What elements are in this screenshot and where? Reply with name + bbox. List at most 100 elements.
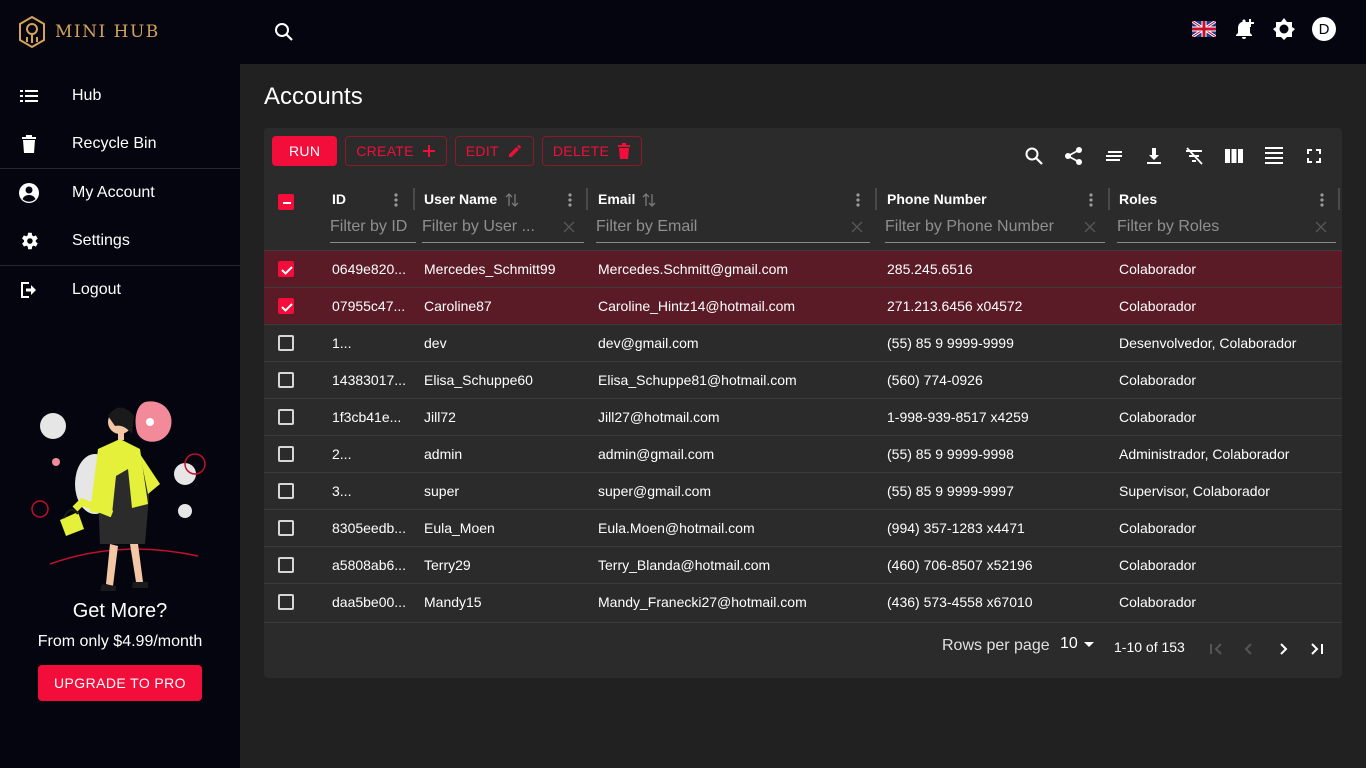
density-icon[interactable] <box>1102 144 1126 168</box>
row-checkbox[interactable] <box>278 298 294 314</box>
filter-off-icon[interactable] <box>1182 144 1206 168</box>
table-row[interactable]: 1f3cb41e... Jill72 Jill27@hotmail.com 1-998… <box>264 398 1342 435</box>
first-page-icon[interactable] <box>1204 637 1228 661</box>
row-checkbox[interactable] <box>278 372 294 388</box>
column-resize-handle[interactable] <box>1338 188 1340 210</box>
sort-icon[interactable] <box>505 193 519 207</box>
cell-id: 14383017... <box>332 372 406 388</box>
column-resize-handle[interactable] <box>413 188 415 210</box>
rows-per-page-select[interactable]: 10 <box>1060 635 1096 653</box>
filter-user-name-input[interactable]: Filter by User ... <box>422 216 584 243</box>
fullscreen-icon[interactable] <box>1302 144 1326 168</box>
column-menu-icon[interactable] <box>562 192 578 208</box>
table-row[interactable]: 07955c47... Caroline87 Caroline_Hintz14@ho… <box>264 287 1342 324</box>
cell-id: 3... <box>332 483 352 499</box>
accounts-table-card: RUN CREATE EDIT DELETE ID Filter by ID U… <box>264 128 1342 678</box>
cell-id: 8305eedb... <box>332 520 406 536</box>
sidebar-item-hub[interactable]: Hub <box>0 72 240 120</box>
cell-email: Elisa_Schuppe81@hotmail.com <box>598 372 797 388</box>
row-checkbox[interactable] <box>278 409 294 425</box>
clear-filter-icon[interactable] <box>850 220 864 234</box>
column-title[interactable]: Phone Number <box>887 191 987 207</box>
rows-icon[interactable] <box>1262 144 1286 168</box>
column-menu-icon[interactable] <box>388 192 404 208</box>
column-menu-icon[interactable] <box>850 192 866 208</box>
cell-phone: (994) 357-1283 x4471 <box>887 520 1025 536</box>
cell-roles: Colaborador <box>1119 557 1197 573</box>
column-menu-icon[interactable] <box>1314 192 1330 208</box>
column-title[interactable]: ID <box>332 191 346 207</box>
cell-roles: Supervisor, Colaborador <box>1119 483 1270 499</box>
filter-roles-input[interactable]: Filter by Roles <box>1117 216 1336 243</box>
notification-add-icon[interactable] <box>1232 17 1256 41</box>
table-row[interactable]: daa5be00... Mandy15 Mandy_Franecki27@hotma… <box>264 583 1342 620</box>
last-page-icon[interactable] <box>1305 637 1329 661</box>
row-checkbox[interactable] <box>278 557 294 573</box>
table-row[interactable]: 0649e820... Mercedes_Schmitt99 Mercedes.Sc… <box>264 250 1342 287</box>
filter-phone-number-input[interactable]: Filter by Phone Number <box>885 216 1105 243</box>
sidebar-item-logout[interactable]: Logout <box>0 266 240 314</box>
brand[interactable]: MINI HUB <box>17 15 160 49</box>
row-checkbox[interactable] <box>278 335 294 351</box>
promo-title: Get More? <box>72 600 168 622</box>
uk-flag-icon[interactable] <box>1192 21 1216 37</box>
row-checkbox[interactable] <box>278 261 294 277</box>
next-page-icon[interactable] <box>1271 637 1295 661</box>
clear-filter-icon[interactable] <box>1314 220 1328 234</box>
trash-icon <box>18 133 40 155</box>
filter-email-input[interactable]: Filter by Email <box>596 216 870 243</box>
clear-filter-icon[interactable] <box>1083 220 1097 234</box>
column-header-phone-number: Phone Number Filter by Phone Number <box>885 186 1110 250</box>
filter-id-input[interactable]: Filter by ID <box>330 216 416 243</box>
cell-user: admin <box>424 446 463 462</box>
brand-logo-icon <box>19 15 45 49</box>
column-title[interactable]: Email <box>598 191 635 207</box>
user-avatar[interactable]: D <box>1312 17 1336 41</box>
edit-button[interactable]: EDIT <box>454 136 534 166</box>
download-icon[interactable] <box>1142 144 1166 168</box>
table-row[interactable]: 14383017... Elisa_Schuppe60 Elisa_Schuppe8… <box>264 361 1342 398</box>
column-resize-handle[interactable] <box>586 188 588 210</box>
cell-id: 1f3cb41e... <box>332 409 402 425</box>
row-checkbox[interactable] <box>278 594 294 610</box>
cell-email: admin@gmail.com <box>598 446 715 462</box>
column-menu-icon[interactable] <box>1083 192 1099 208</box>
select-all-checkbox[interactable] <box>278 194 294 210</box>
upgrade-button[interactable]: UPGRADE TO PRO <box>38 665 202 701</box>
column-header-user-name: User Name Filter by User ... <box>422 186 588 250</box>
table-row[interactable]: 1... dev dev@gmail.com (55) 85 9 9999-9999 D… <box>264 324 1342 361</box>
share-icon[interactable] <box>1062 144 1086 168</box>
search-icon[interactable] <box>272 20 296 44</box>
cell-user: dev <box>424 335 447 351</box>
cell-user: Elisa_Schuppe60 <box>424 372 533 388</box>
search-icon[interactable] <box>1022 144 1046 168</box>
column-resize-handle[interactable] <box>1108 188 1110 210</box>
column-resize-handle[interactable] <box>875 188 877 210</box>
create-button[interactable]: CREATE <box>345 136 447 166</box>
sort-icon[interactable] <box>642 193 656 207</box>
clear-filter-icon[interactable] <box>562 220 576 234</box>
column-title[interactable]: Roles <box>1119 191 1157 207</box>
columns-icon[interactable] <box>1222 144 1246 168</box>
row-checkbox[interactable] <box>278 446 294 462</box>
sidebar-item-label: Hub <box>72 87 102 104</box>
row-checkbox[interactable] <box>278 520 294 536</box>
sidebar-item-my-account[interactable]: My Account <box>0 169 240 217</box>
delete-button[interactable]: DELETE <box>541 136 643 166</box>
cell-phone: 285.245.6516 <box>887 261 973 277</box>
row-checkbox[interactable] <box>278 483 294 499</box>
cell-user: Jill72 <box>424 409 456 425</box>
previous-page-icon[interactable] <box>1237 637 1261 661</box>
brightness-icon[interactable] <box>1272 17 1296 41</box>
pencil-icon <box>508 144 521 157</box>
column-title[interactable]: User Name <box>424 191 497 207</box>
run-button[interactable]: RUN <box>272 136 338 166</box>
table-pagination: Rows per page 10 1-10 of 153 <box>264 622 1342 678</box>
table-row[interactable]: 3... super super@gmail.com (55) 85 9 9999-9… <box>264 472 1342 509</box>
table-row[interactable]: a5808ab6... Terry29 Terry_Blanda@hotmail.c… <box>264 546 1342 583</box>
table-row[interactable]: 2... admin admin@gmail.com (55) 85 9 9999-9… <box>264 435 1342 472</box>
sidebar-item-recycle-bin[interactable]: Recycle Bin <box>0 120 240 168</box>
sidebar-item-settings[interactable]: Settings <box>0 217 240 265</box>
run-label: RUN <box>289 143 321 159</box>
table-row[interactable]: 8305eedb... Eula_Moen Eula.Moen@hotmail.co… <box>264 509 1342 546</box>
